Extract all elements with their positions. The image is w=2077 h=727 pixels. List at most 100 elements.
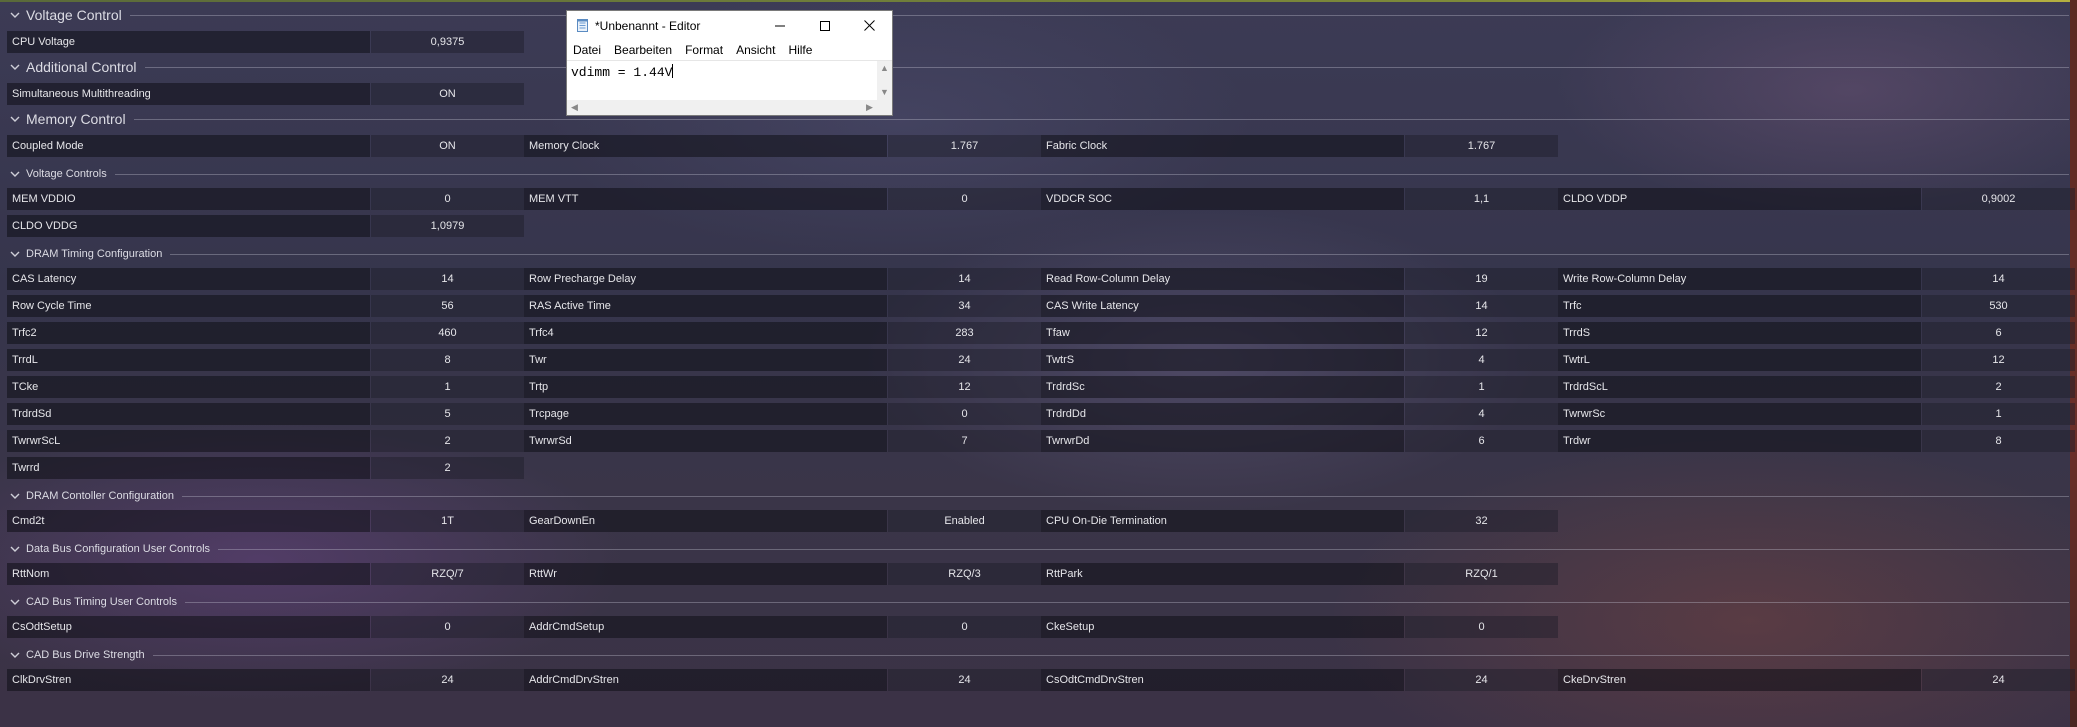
scroll-up-icon[interactable]: ▲ bbox=[877, 61, 892, 76]
menu-datei[interactable]: Datei bbox=[567, 43, 608, 57]
setting-value[interactable]: 4 bbox=[1405, 349, 1558, 371]
menu-ansicht[interactable]: Ansicht bbox=[730, 43, 782, 57]
setting-value[interactable]: 8 bbox=[371, 349, 524, 371]
setting-value[interactable]: 32 bbox=[1405, 510, 1558, 532]
setting-value[interactable]: 14 bbox=[1922, 268, 2075, 290]
setting-value[interactable]: 19 bbox=[1405, 268, 1558, 290]
section-header-dram-timing-configuration[interactable]: DRAM Timing Configuration bbox=[0, 248, 2069, 260]
setting-value[interactable]: 12 bbox=[1922, 349, 2075, 371]
scroll-right-icon[interactable]: ▶ bbox=[862, 100, 877, 115]
notepad-window[interactable]: *Unbenannt - Editor Datei Bearbeiten For… bbox=[566, 10, 893, 116]
menu-hilfe[interactable]: Hilfe bbox=[782, 43, 819, 57]
setting-value[interactable]: 0 bbox=[888, 403, 1041, 425]
chevron-down-icon[interactable] bbox=[10, 491, 20, 501]
menu-format[interactable]: Format bbox=[679, 43, 730, 57]
setting-value[interactable]: 8 bbox=[1922, 430, 2075, 452]
setting-label: CLDO VDDP bbox=[1558, 188, 1921, 210]
chevron-down-icon[interactable] bbox=[10, 249, 20, 259]
setting-cell: Write Row-Column Delay 14 bbox=[1558, 268, 2075, 290]
setting-value[interactable]: 1.767 bbox=[1405, 135, 1558, 157]
setting-value[interactable]: 56 bbox=[371, 295, 524, 317]
setting-value[interactable]: 1 bbox=[1405, 376, 1558, 398]
maximize-icon[interactable] bbox=[802, 11, 847, 40]
chevron-down-icon[interactable] bbox=[10, 597, 20, 607]
setting-value[interactable]: 283 bbox=[888, 322, 1041, 344]
scroll-left-icon[interactable]: ◀ bbox=[567, 100, 582, 115]
setting-value[interactable]: ON bbox=[371, 135, 524, 157]
setting-value[interactable]: 34 bbox=[888, 295, 1041, 317]
setting-value[interactable]: 0 bbox=[371, 188, 524, 210]
chevron-down-icon[interactable] bbox=[10, 544, 20, 554]
setting-value[interactable]: 530 bbox=[1922, 295, 2075, 317]
setting-value[interactable]: 2 bbox=[1922, 376, 2075, 398]
setting-label: Trfc bbox=[1558, 295, 1921, 317]
section-header-memory-control[interactable]: Memory Control bbox=[0, 111, 2069, 127]
setting-value[interactable]: 24 bbox=[888, 669, 1041, 691]
setting-value[interactable]: 7 bbox=[888, 430, 1041, 452]
setting-value[interactable]: 0,9002 bbox=[1922, 188, 2075, 210]
setting-cell: TrdrdSd 5 bbox=[7, 403, 524, 425]
setting-value[interactable]: RZQ/7 bbox=[371, 563, 524, 585]
setting-value[interactable]: 14 bbox=[888, 268, 1041, 290]
setting-value[interactable]: 0,9375 bbox=[371, 31, 524, 53]
setting-value[interactable]: 1T bbox=[371, 510, 524, 532]
notepad-titlebar[interactable]: *Unbenannt - Editor bbox=[567, 11, 892, 40]
setting-value[interactable]: 12 bbox=[1405, 322, 1558, 344]
setting-value[interactable]: 24 bbox=[1922, 669, 2075, 691]
section-header-additional-control[interactable]: Additional Control bbox=[0, 59, 2069, 75]
setting-value[interactable]: 0 bbox=[888, 188, 1041, 210]
section-header-voltage-controls[interactable]: Voltage Controls bbox=[0, 168, 2069, 180]
setting-value[interactable]: 6 bbox=[1405, 430, 1558, 452]
horizontal-scrollbar[interactable]: ◀ ▶ bbox=[567, 100, 877, 115]
chevron-down-icon[interactable] bbox=[10, 62, 20, 72]
section-header-dram-controller-configuration[interactable]: DRAM Contoller Configuration bbox=[0, 490, 2069, 502]
settings-row: ClkDrvStren 24 AddrCmdDrvStren 24 CsOdtCmdDr… bbox=[7, 669, 2075, 691]
chevron-down-icon[interactable] bbox=[10, 169, 20, 179]
setting-value[interactable]: 1,1 bbox=[1405, 188, 1558, 210]
vertical-scrollbar[interactable]: ▲ ▼ bbox=[877, 61, 892, 100]
setting-label: AddrCmdDrvStren bbox=[524, 669, 887, 691]
setting-value[interactable]: 1.767 bbox=[888, 135, 1041, 157]
setting-value[interactable]: 0 bbox=[371, 616, 524, 638]
minimize-icon[interactable] bbox=[757, 11, 802, 40]
setting-value[interactable]: 14 bbox=[371, 268, 524, 290]
chevron-down-icon[interactable] bbox=[10, 650, 20, 660]
setting-value[interactable]: 0 bbox=[1405, 616, 1558, 638]
section-header-cad-bus-drive-strength[interactable]: CAD Bus Drive Strength bbox=[0, 649, 2069, 661]
setting-value[interactable]: RZQ/3 bbox=[888, 563, 1041, 585]
menu-bearbeiten[interactable]: Bearbeiten bbox=[608, 43, 679, 57]
setting-value[interactable]: 5 bbox=[371, 403, 524, 425]
section-header-cad-bus-timing[interactable]: CAD Bus Timing User Controls bbox=[0, 596, 2069, 608]
setting-value[interactable]: 24 bbox=[1405, 669, 1558, 691]
setting-value[interactable]: Enabled bbox=[888, 510, 1041, 532]
settings-row: RttNom RZQ/7 RttWr RZQ/3 RttPark RZQ/1 bbox=[7, 563, 2069, 585]
setting-value[interactable]: 6 bbox=[1922, 322, 2075, 344]
chevron-down-icon[interactable] bbox=[10, 114, 20, 124]
setting-value[interactable]: 4 bbox=[1405, 403, 1558, 425]
setting-value[interactable]: 2 bbox=[371, 430, 524, 452]
setting-value[interactable]: 1,0979 bbox=[371, 215, 524, 237]
setting-cell: ClkDrvStren 24 bbox=[7, 669, 524, 691]
chevron-down-icon[interactable] bbox=[10, 10, 20, 20]
setting-value[interactable]: 460 bbox=[371, 322, 524, 344]
setting-value[interactable]: 1 bbox=[1922, 403, 2075, 425]
setting-value[interactable]: 12 bbox=[888, 376, 1041, 398]
setting-value[interactable]: ON bbox=[371, 83, 524, 105]
section-title: CAD Bus Timing User Controls bbox=[26, 596, 177, 608]
setting-label: Cmd2t bbox=[7, 510, 370, 532]
setting-value[interactable]: 24 bbox=[371, 669, 524, 691]
notepad-text-area[interactable]: vdimm = 1.44V ▲ ▼ ◀ ▶ bbox=[567, 60, 892, 115]
section-header-data-bus-configuration[interactable]: Data Bus Configuration User Controls bbox=[0, 543, 2069, 555]
close-icon[interactable] bbox=[847, 11, 892, 40]
setting-value[interactable]: RZQ/1 bbox=[1405, 563, 1558, 585]
setting-value[interactable]: 24 bbox=[888, 349, 1041, 371]
scroll-down-icon[interactable]: ▼ bbox=[877, 85, 892, 100]
setting-value[interactable]: 2 bbox=[371, 457, 524, 479]
setting-value[interactable]: 0 bbox=[888, 616, 1041, 638]
resize-grip[interactable] bbox=[877, 100, 892, 115]
setting-value[interactable]: 1 bbox=[371, 376, 524, 398]
setting-label: RAS Active Time bbox=[524, 295, 887, 317]
setting-cell: TwtrS 4 bbox=[1041, 349, 1558, 371]
section-header-voltage-control[interactable]: Voltage Control bbox=[0, 7, 2069, 23]
setting-value[interactable]: 14 bbox=[1405, 295, 1558, 317]
